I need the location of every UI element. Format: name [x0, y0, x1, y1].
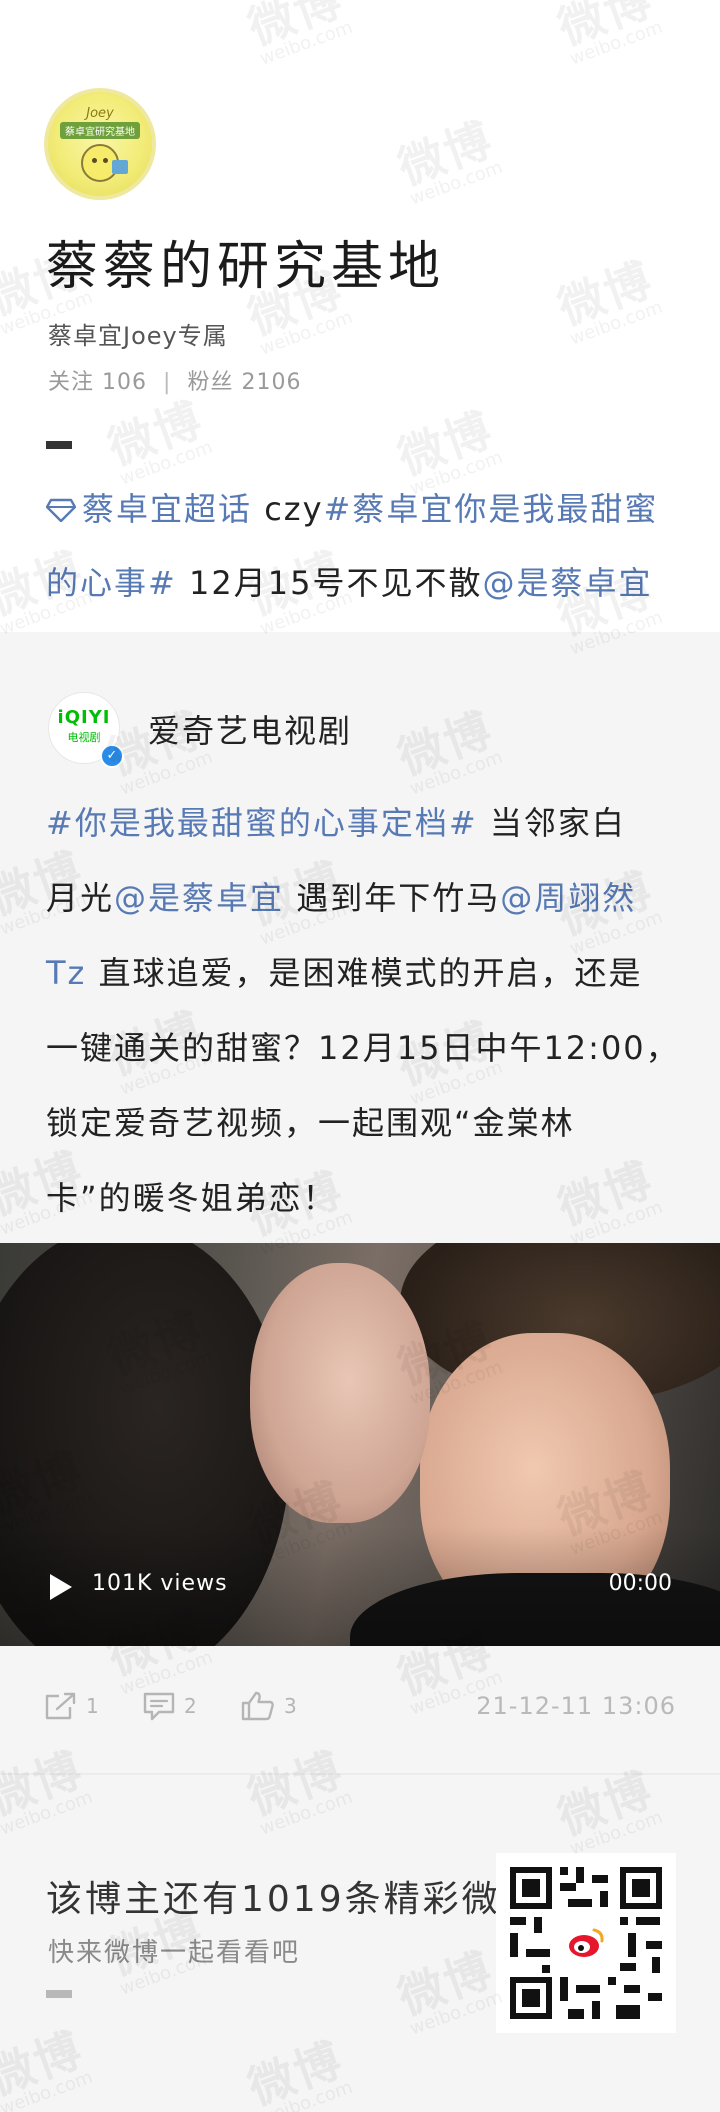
- post-hashtag-link[interactable]: #你是我最甜蜜的心事定档#: [46, 804, 478, 842]
- stats-separator: |: [163, 370, 172, 395]
- post-line-2: 月光@是蔡卓宜 遇到年下竹马@周翊然: [46, 873, 636, 919]
- weibo-logo-icon: [564, 1921, 608, 1965]
- profile-header: Joey 蔡卓宜研究基地 蔡蔡的研究基地 蔡卓宜Joey专属 关注 106 | …: [0, 0, 720, 632]
- topic-text-date: 12月15号不见不散: [176, 564, 483, 602]
- post-text: 当邻家白: [477, 804, 626, 842]
- more-posts-text: 该博主还有1019条精彩微博: [46, 1879, 540, 1920]
- like-button[interactable]: 3: [240, 1686, 297, 1726]
- supertopic-link[interactable]: 蔡卓宜超话: [82, 490, 252, 528]
- more-posts-subtext: 快来微博一起看看吧: [48, 1938, 301, 1968]
- post-line-3: Tz 直球追爱，是困难模式的开启，还是: [46, 948, 643, 994]
- profile-title: 蔡蔡的研究基地: [46, 237, 446, 297]
- author-name[interactable]: 爱奇艺电视剧: [148, 706, 352, 752]
- post-line-1: #你是我最甜蜜的心事定档# 当邻家白: [46, 798, 626, 844]
- topic-text-czy: czy: [252, 490, 324, 528]
- footer-separator: [0, 1773, 720, 1775]
- post-line-4: 一键通关的甜蜜？12月15日中午12:00，: [46, 1029, 680, 1067]
- repost-count: 1: [86, 1694, 99, 1718]
- post-mention-link-1[interactable]: @是蔡卓宜: [114, 879, 284, 917]
- comment-icon: [143, 1692, 175, 1721]
- follow-label: 关注: [48, 370, 95, 395]
- post-timestamp: 21-12-11 13:06: [476, 1692, 676, 1720]
- post-text: 遇到年下竹马: [284, 879, 501, 917]
- avatar-text-top: Joey: [86, 106, 114, 121]
- author-logo-bottom: 电视剧: [67, 731, 101, 744]
- post-text: 月光: [46, 879, 115, 917]
- hashtag-link-part1[interactable]: #蔡卓宜你是我最甜蜜: [324, 490, 659, 528]
- hashtag-link-part2[interactable]: 的心事#: [46, 564, 177, 602]
- qr-code[interactable]: [496, 1853, 676, 2033]
- profile-subtitle: 蔡卓宜Joey专属: [48, 322, 228, 350]
- fans-label: 粉丝: [187, 370, 234, 395]
- mention-link[interactable]: @是蔡卓宜: [482, 564, 652, 602]
- post-mention-link-2-cont[interactable]: Tz: [46, 954, 86, 992]
- avatar-text-banner: 蔡卓宜研究基地: [60, 122, 140, 139]
- comment-count: 2: [184, 1694, 197, 1718]
- post-line-6: 卡”的暖冬姐弟恋！: [46, 1179, 337, 1217]
- video-duration: 00:00: [608, 1571, 672, 1596]
- comment-button[interactable]: 2: [142, 1686, 197, 1726]
- like-icon: [241, 1691, 274, 1721]
- follow-count[interactable]: 106: [102, 370, 147, 395]
- profile-stats: 关注 106 | 粉丝 2106: [48, 364, 301, 396]
- weibo-share-card: Joey 蔡卓宜研究基地 蔡蔡的研究基地 蔡卓宜Joey专属 关注 106 | …: [0, 0, 720, 2112]
- profile-avatar[interactable]: Joey 蔡卓宜研究基地: [44, 88, 156, 200]
- post-line-5: 锁定爱奇艺视频，一起围观“金棠林: [46, 1104, 575, 1142]
- qr-code-graphic: [496, 1853, 676, 2033]
- topic-line-2: 的心事# 12月15号不见不散@是蔡卓宜: [46, 558, 652, 604]
- author-logo-top: iQIYI: [57, 707, 111, 728]
- footer-divider: [46, 1990, 72, 1998]
- verified-icon: ✓: [100, 744, 124, 768]
- header-divider: [46, 441, 72, 449]
- topic-line-1: 蔡卓宜超话 czy#蔡卓宜你是我最甜蜜: [45, 484, 659, 530]
- post-mention-link-2[interactable]: @周翊然: [500, 879, 636, 917]
- video-frame-shape: [250, 1263, 430, 1523]
- like-count: 3: [284, 1694, 297, 1718]
- play-icon[interactable]: [50, 1574, 72, 1600]
- avatar-mascot-bag: [112, 160, 128, 174]
- repost-button[interactable]: 1: [44, 1686, 99, 1726]
- diamond-icon: [45, 492, 77, 530]
- post-text: 直球追爱，是困难模式的开启，还是: [86, 954, 643, 992]
- fans-count[interactable]: 2106: [241, 370, 301, 395]
- repost-icon: [45, 1692, 76, 1720]
- video-views: 101K views: [92, 1571, 228, 1596]
